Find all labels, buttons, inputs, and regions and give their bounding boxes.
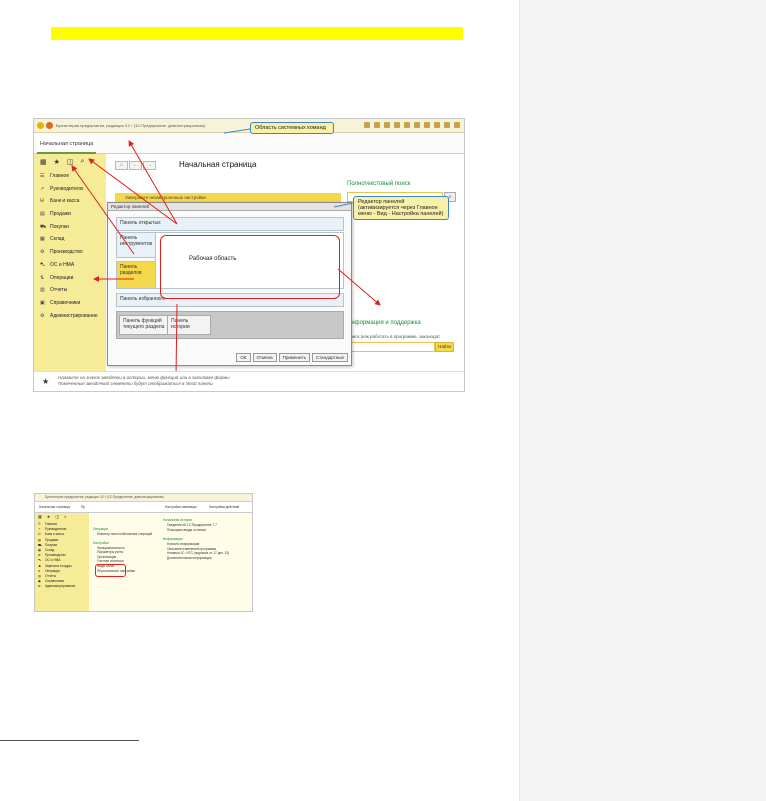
function-link[interactable]: Монитор налогообложения операций bbox=[93, 532, 152, 537]
highlighted-text-bar bbox=[51, 27, 463, 40]
sidebar-item-label: Главное bbox=[45, 522, 58, 526]
sections-list: ☰ Главное ↗ Руководителю ⛁ Банк и касса ▤ Прода… bbox=[35, 522, 89, 589]
tab-actions-settings[interactable]: Настройка действий bbox=[207, 504, 241, 510]
section-icon: ⚙ bbox=[38, 584, 41, 589]
section-functions-panel: Операции Монитор налогообложения операци… bbox=[90, 513, 252, 611]
sidebar-item-label: Покупки bbox=[45, 542, 57, 547]
function-link[interactable]: Дополнительная информация bbox=[163, 556, 229, 561]
annotation-arrows bbox=[71, 128, 381, 378]
sidebar-item-label: Зарплата и кадры bbox=[45, 563, 72, 568]
screenshot-1c-interface: Бухгалтерия предприятия, редакция 3.0 / … bbox=[33, 118, 465, 392]
favorites-hint: Нажмите на значок звездочки в истории, м… bbox=[58, 375, 230, 387]
column-2: Начальная история Сведения об 1С:Предпри… bbox=[163, 513, 229, 561]
search-icon[interactable]: ⌕ bbox=[64, 514, 66, 519]
favorites-panel: ★ Нажмите на значок звездочки в истории,… bbox=[34, 371, 464, 391]
sidebar-item-label: Банк и касса bbox=[45, 532, 64, 537]
sidebar-item-label: Склад bbox=[45, 547, 55, 552]
sidebar-item-label: Администрирование bbox=[45, 584, 76, 589]
sidebar-item-label: Производство bbox=[45, 553, 66, 558]
star-icon[interactable]: ★ bbox=[47, 514, 51, 519]
sidebar-item[interactable]: ⚙ Администрирование bbox=[35, 584, 89, 589]
star-icon: ★ bbox=[42, 377, 50, 386]
favorites-hint-line-2: Помеченные звездочкой элементы будут ото… bbox=[58, 381, 214, 386]
tab-navigation-settings[interactable]: Настройка навигации bbox=[163, 504, 199, 510]
sidebar-item-label: Руководителю bbox=[45, 527, 67, 532]
sidebar-item-label: Справочники bbox=[45, 579, 65, 584]
sidebar-item-label: Отчеты bbox=[45, 573, 57, 578]
document-margin-pane bbox=[519, 0, 766, 801]
open-tabs-panel: Начальная страница Пр Настройка навигаци… bbox=[35, 502, 252, 513]
window-title: Бухгалтерия предприятия, редакция 3.0 / … bbox=[45, 495, 164, 499]
function-link[interactable]: Помощник ввода остатков bbox=[163, 528, 229, 533]
sidebar-item-label: ОС и НМА bbox=[45, 558, 61, 563]
sidebar-item-label: Продажи bbox=[45, 537, 59, 542]
tab-other[interactable]: Пр bbox=[79, 504, 87, 510]
highlight-box bbox=[95, 564, 126, 577]
sidebar-item-label: Операции bbox=[45, 568, 60, 573]
grid-icon[interactable]: ▦ bbox=[38, 514, 42, 519]
footnote-separator bbox=[0, 740, 139, 741]
screenshot-administration-section: Бухгалтерия предприятия, редакция 3.0 / … bbox=[34, 493, 253, 612]
sections-sidebar: ▦ ★ ◫ ⌕ ☰ Главное ↗ Руководителю ⛁ Банк и кас… bbox=[35, 513, 89, 611]
sidebar-toolbar: ▦ ★ ◫ ⌕ bbox=[38, 514, 66, 519]
history-icon[interactable]: ◫ bbox=[55, 514, 59, 519]
system-title-bar: Бухгалтерия предприятия, редакция 3.0 / … bbox=[35, 494, 252, 502]
tab-home[interactable]: Начальная страница bbox=[37, 504, 72, 510]
